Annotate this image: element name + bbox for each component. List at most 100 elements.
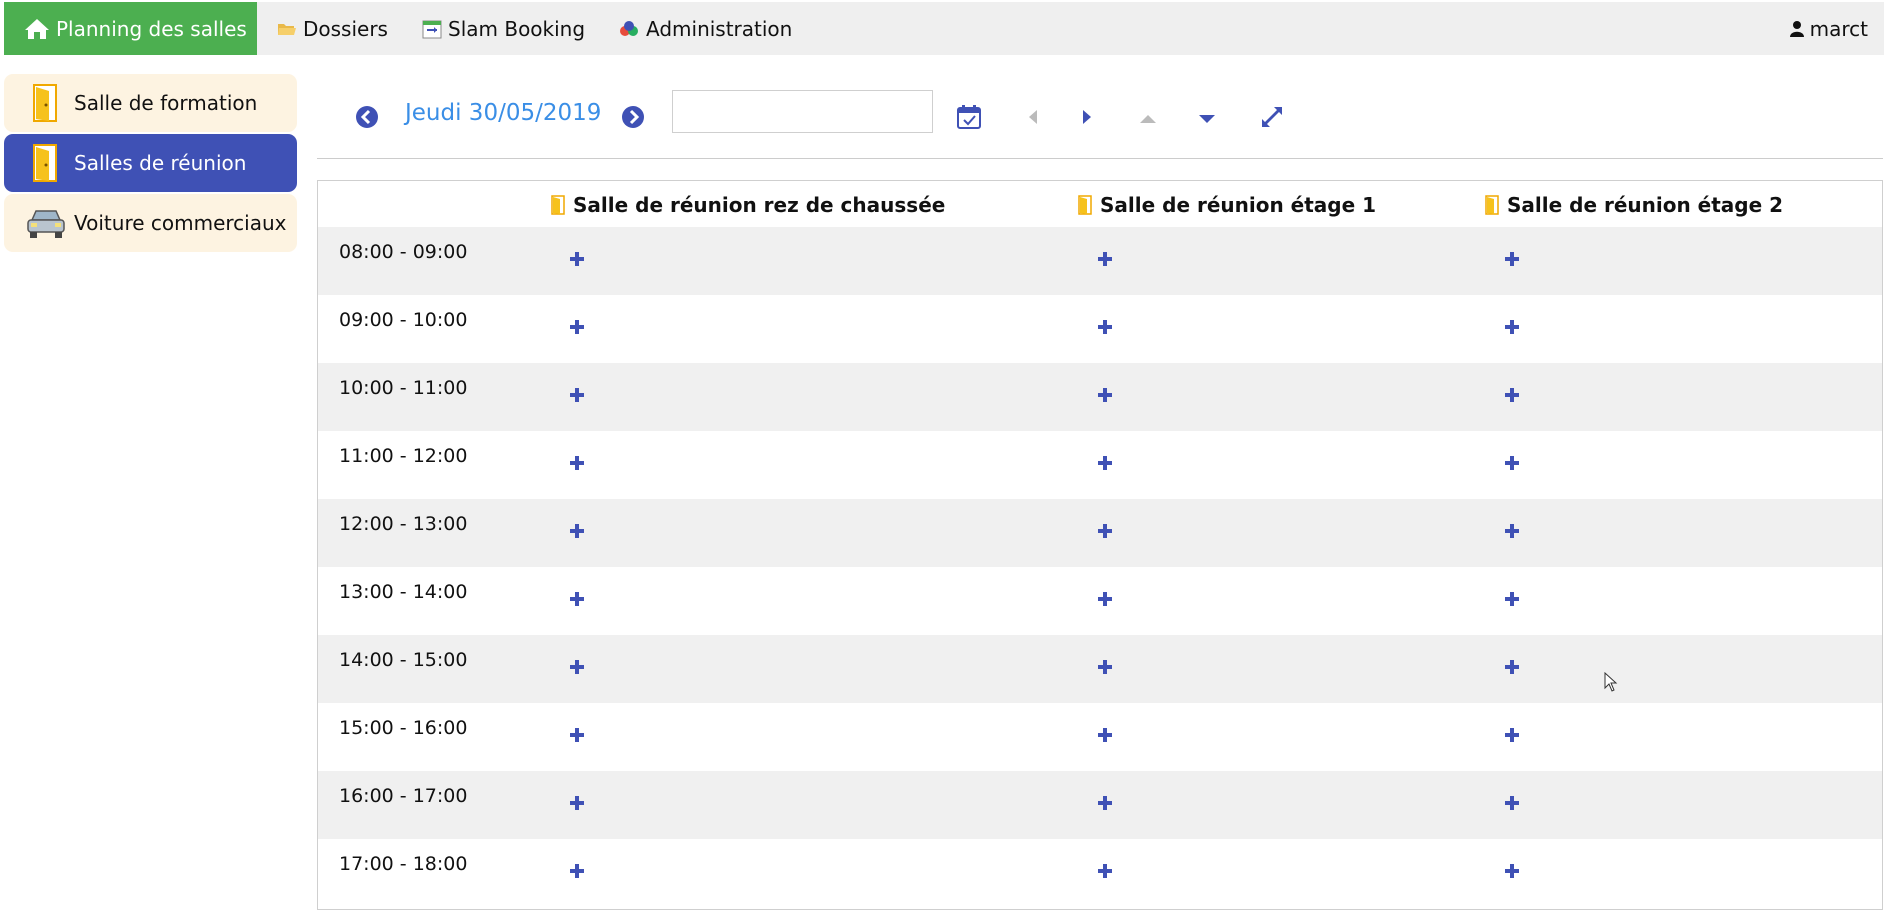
add-booking-button[interactable]: [1094, 724, 1116, 746]
date-input[interactable]: [672, 90, 933, 133]
plus-icon: [1098, 592, 1112, 606]
plus-icon: [1505, 864, 1519, 878]
plus-icon: [1505, 660, 1519, 674]
add-booking-button[interactable]: [566, 452, 588, 474]
add-booking-button[interactable]: [566, 384, 588, 406]
add-booking-button[interactable]: [1094, 656, 1116, 678]
add-booking-button[interactable]: [1501, 248, 1523, 270]
add-booking-button[interactable]: [1501, 792, 1523, 814]
scroll-left-button[interactable]: [1028, 110, 1038, 124]
nav-administration-label: Administration: [646, 16, 793, 41]
time-slot-label: 12:00 - 13:00: [339, 513, 468, 535]
time-slot-row: 16:00 - 17:00: [318, 771, 1882, 839]
add-booking-button[interactable]: [1501, 724, 1523, 746]
plus-icon: [570, 660, 584, 674]
sidebar-item-salle-de-formation[interactable]: Salle de formation: [4, 74, 297, 132]
nav-slam-booking-label: Slam Booking: [448, 16, 586, 41]
add-booking-button[interactable]: [1094, 384, 1116, 406]
add-booking-button[interactable]: [1501, 452, 1523, 474]
plus-icon: [1505, 524, 1519, 538]
plus-icon: [570, 524, 584, 538]
plus-icon: [570, 388, 584, 402]
room-header[interactable]: Salle de réunion rez de chaussée: [551, 193, 945, 217]
nav-dossiers-label: Dossiers: [303, 16, 388, 41]
add-booking-button[interactable]: [1501, 316, 1523, 338]
home-icon: [24, 18, 50, 40]
room-header[interactable]: Salle de réunion étage 2: [1485, 193, 1783, 217]
add-booking-button[interactable]: [1094, 860, 1116, 882]
nav-administration[interactable]: Administration: [618, 2, 792, 55]
nav-home-label: Planning des salles: [56, 16, 247, 41]
plus-icon: [1098, 660, 1112, 674]
sidebar-item-label: Salles de réunion: [74, 151, 247, 175]
room-header[interactable]: Salle de réunion étage 1: [1078, 193, 1376, 217]
plus-icon: [1505, 388, 1519, 402]
plus-icon: [1098, 252, 1112, 266]
door-icon: [26, 83, 66, 123]
previous-day-button[interactable]: [355, 105, 379, 129]
date-toolbar: Jeudi 30/05/2019: [317, 88, 1883, 159]
add-booking-button[interactable]: [566, 792, 588, 814]
add-booking-button[interactable]: [566, 724, 588, 746]
add-booking-button[interactable]: [1094, 316, 1116, 338]
add-booking-button[interactable]: [1094, 792, 1116, 814]
nav-slam-booking[interactable]: Slam Booking: [422, 2, 585, 55]
fullscreen-button[interactable]: [1260, 105, 1284, 129]
plus-icon: [570, 320, 584, 334]
add-booking-button[interactable]: [1501, 384, 1523, 406]
sidebar-item-salles-de-reunion[interactable]: Salles de réunion: [4, 134, 297, 192]
time-slot-row: 15:00 - 16:00: [318, 703, 1882, 771]
scroll-right-button[interactable]: [1082, 110, 1092, 124]
calendar-picker-button[interactable]: [956, 104, 982, 130]
add-booking-button[interactable]: [566, 316, 588, 338]
add-booking-button[interactable]: [1094, 520, 1116, 542]
time-slot-label: 11:00 - 12:00: [339, 445, 468, 467]
user-menu[interactable]: marct: [1789, 2, 1868, 55]
add-booking-button[interactable]: [566, 656, 588, 678]
room-header-label: Salle de réunion étage 1: [1100, 193, 1377, 217]
sidebar: Salle de formation Salles de réunion Voi…: [4, 74, 297, 254]
nav-planning-des-salles[interactable]: Planning des salles: [4, 2, 257, 55]
add-booking-button[interactable]: [1501, 656, 1523, 678]
door-icon: [1485, 195, 1499, 215]
add-booking-button[interactable]: [1501, 520, 1523, 542]
add-booking-button[interactable]: [1094, 452, 1116, 474]
add-booking-button[interactable]: [1094, 588, 1116, 610]
add-booking-button[interactable]: [1501, 588, 1523, 610]
sidebar-item-voiture-commerciaux[interactable]: Voiture commerciaux: [4, 194, 297, 252]
time-slot-row: 13:00 - 14:00: [318, 567, 1882, 635]
add-booking-button[interactable]: [566, 588, 588, 610]
nav-dossiers[interactable]: Dossiers: [277, 2, 388, 55]
door-icon: [26, 143, 66, 183]
add-booking-button[interactable]: [566, 248, 588, 270]
plus-icon: [570, 592, 584, 606]
add-booking-button[interactable]: [566, 520, 588, 542]
sidebar-item-label: Salle de formation: [74, 91, 258, 115]
add-booking-button[interactable]: [1094, 248, 1116, 270]
time-slot-label: 14:00 - 15:00: [339, 649, 468, 671]
plus-icon: [1505, 728, 1519, 742]
time-slot-row: 17:00 - 18:00: [318, 839, 1882, 907]
room-header-label: Salle de réunion rez de chaussée: [573, 193, 946, 217]
grid-rows: 08:00 - 09:00 09:00 - 10:00 10:00 - 11:00 1…: [318, 227, 1882, 907]
scroll-up-button[interactable]: [1140, 114, 1156, 124]
time-slot-row: 11:00 - 12:00: [318, 431, 1882, 499]
grid-header: Salle de réunion rez de chaussée Salle d…: [318, 181, 1882, 227]
add-booking-button[interactable]: [566, 860, 588, 882]
sidebar-item-label: Voiture commerciaux: [74, 211, 287, 235]
add-booking-button[interactable]: [1501, 860, 1523, 882]
plus-icon: [570, 796, 584, 810]
plus-icon: [1505, 796, 1519, 810]
caret-down-icon: [1199, 115, 1215, 123]
caret-up-icon: [1140, 115, 1156, 123]
plus-icon: [570, 864, 584, 878]
door-icon: [551, 195, 565, 215]
scroll-down-button[interactable]: [1199, 114, 1215, 124]
plus-icon: [1098, 320, 1112, 334]
top-navbar: Planning des salles Dossiers Slam Bookin…: [4, 2, 1884, 55]
caret-left-icon: [1029, 110, 1037, 124]
plus-icon: [1098, 456, 1112, 470]
plus-icon: [1505, 456, 1519, 470]
next-day-button[interactable]: [621, 105, 645, 129]
plus-icon: [570, 728, 584, 742]
